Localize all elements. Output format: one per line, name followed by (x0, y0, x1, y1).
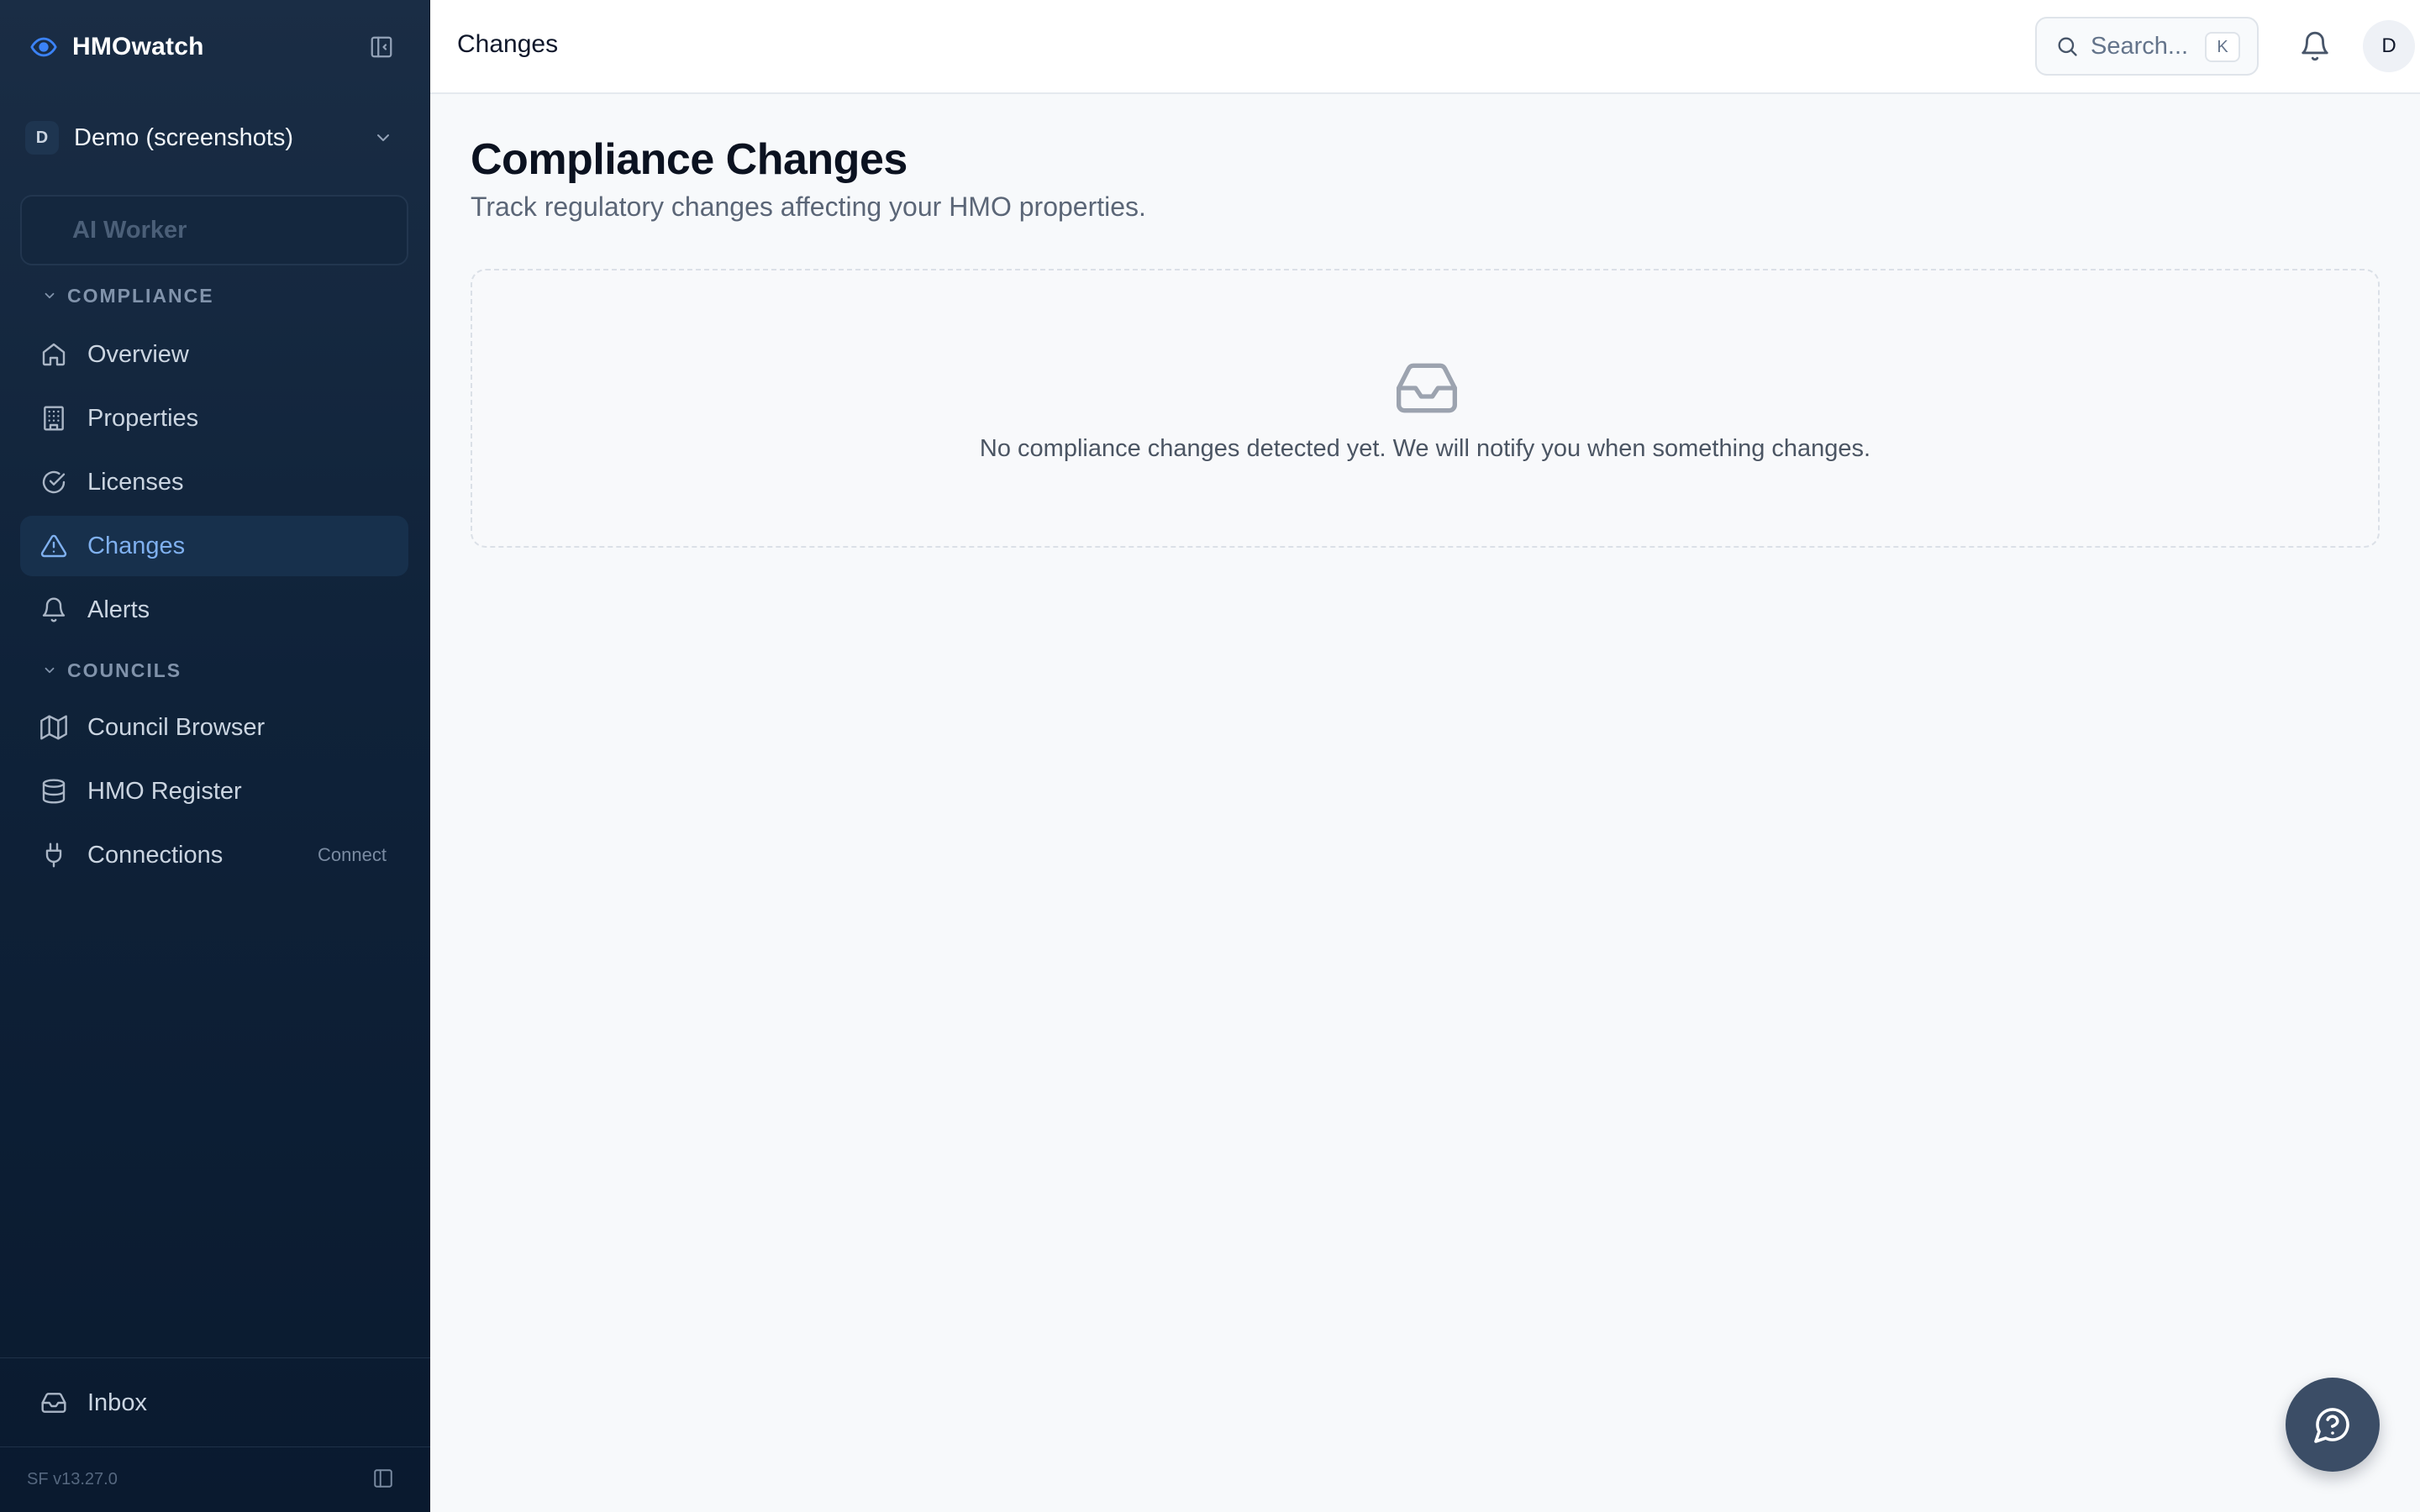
page-title: Compliance Changes (471, 135, 908, 184)
app-name: HMOwatch (72, 33, 204, 60)
chevron-down-icon (370, 124, 397, 151)
sidebar-item-connections[interactable]: Connections Connect (20, 825, 408, 885)
help-chat-button[interactable] (2286, 1378, 2380, 1472)
sidebar-item-label: Changes (87, 532, 186, 559)
sidebar-item-alerts[interactable]: Alerts (20, 580, 408, 640)
check-circle-icon (39, 467, 69, 497)
user-avatar[interactable]: D (2363, 20, 2415, 72)
connect-badge: Connect (318, 844, 387, 865)
sidebar-divider (0, 1446, 430, 1447)
chevron-down-icon (40, 286, 59, 305)
alert-triangle-icon (39, 531, 69, 561)
eye-logo-icon (25, 29, 62, 66)
org-switcher[interactable]: D Demo (screenshots) (25, 116, 405, 160)
help-chat-icon (2312, 1404, 2353, 1445)
sidebar-item-hmo-register[interactable]: HMO Register (20, 761, 408, 822)
org-name: Demo (screenshots) (74, 123, 294, 151)
sidebar-item-label: Properties (87, 404, 199, 432)
building-icon (39, 403, 69, 433)
search-placeholder: Search... (2091, 32, 2189, 60)
home-icon (39, 339, 69, 370)
version-label: SF v13.27.0 (27, 1470, 118, 1488)
sidebar-item-label: Inbox (87, 1389, 147, 1416)
empty-state-message: No compliance changes detected yet. We w… (979, 435, 1871, 462)
page-breadcrumb: Changes (457, 30, 559, 58)
top-bar: Changes Search... K D (430, 0, 2420, 94)
inbox-icon (1392, 360, 1462, 417)
section-councils[interactable]: COUNCILS (40, 655, 182, 685)
sidebar-item-inbox[interactable]: Inbox (20, 1373, 408, 1433)
empty-state-card: No compliance changes detected yet. We w… (471, 269, 2380, 548)
sidebar-item-label: HMO Register (87, 777, 242, 805)
sidebar-item-overview[interactable]: Overview (20, 324, 408, 385)
page-subtitle: Track regulatory changes affecting your … (471, 192, 1146, 222)
map-icon (39, 712, 69, 743)
plug-icon (39, 840, 69, 870)
sidebar-divider (0, 1357, 430, 1358)
notifications-bell-icon[interactable] (2296, 27, 2334, 66)
sidebar-item-properties[interactable]: Properties (20, 388, 408, 449)
sidebar-item-council-browser[interactable]: Council Browser (20, 697, 408, 758)
search-button[interactable]: Search... K (2035, 17, 2259, 76)
section-compliance[interactable]: COMPLIANCE (40, 281, 214, 311)
inbox-icon (39, 1388, 69, 1418)
sidebar: HMOwatch D Demo (screenshots) AI Worker … (0, 0, 430, 1512)
sidebar-item-label: Licenses (87, 468, 184, 496)
sidebar-panel-icon[interactable] (370, 1465, 397, 1492)
sidebar-item-licenses[interactable]: Licenses (20, 452, 408, 512)
org-avatar: D (25, 121, 59, 155)
sidebar-item-label: Alerts (87, 596, 150, 623)
ai-worker-button[interactable]: AI Worker (20, 195, 408, 265)
section-label: COMPLIANCE (67, 284, 214, 307)
bell-icon (39, 595, 69, 625)
database-icon (39, 776, 69, 806)
sidebar-item-label: Connections (87, 841, 224, 869)
section-label: COUNCILS (67, 659, 182, 681)
sidebar-item-changes[interactable]: Changes (20, 516, 408, 576)
brand[interactable]: HMOwatch (25, 25, 405, 69)
chevron-down-icon (40, 661, 59, 680)
sidebar-item-label: Council Browser (87, 713, 266, 741)
collapse-sidebar-icon[interactable] (366, 32, 397, 62)
search-icon (2055, 34, 2079, 58)
sidebar-item-label: Overview (87, 340, 189, 368)
search-shortcut: K (2205, 32, 2240, 62)
